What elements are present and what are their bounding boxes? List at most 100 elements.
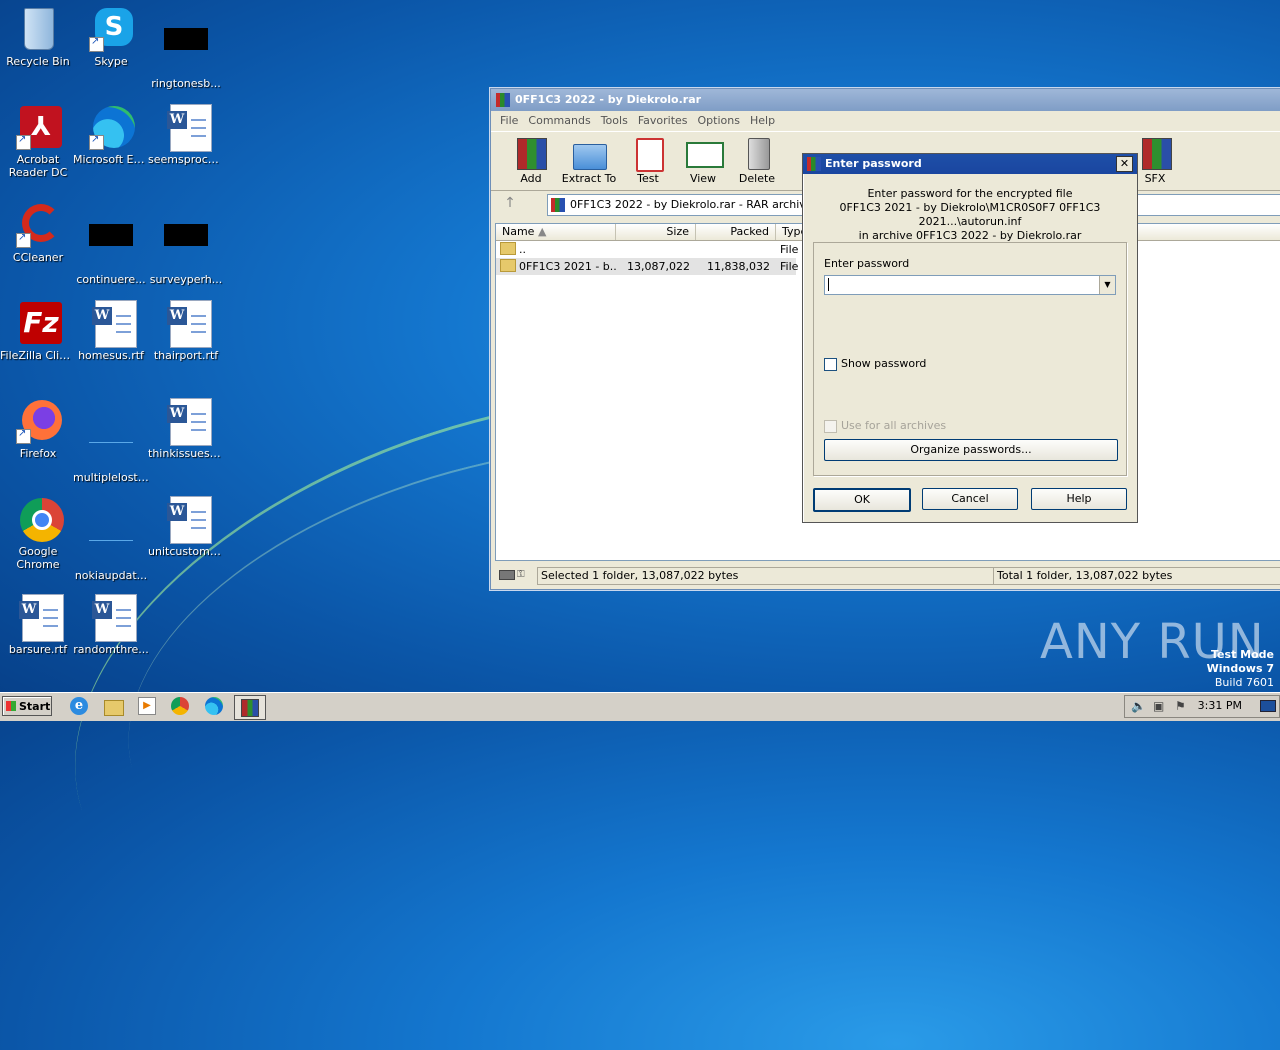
desktop-icon-filezilla[interactable]: Fz FileZilla Client xyxy=(0,300,76,362)
folder-icon xyxy=(500,259,516,272)
column-name[interactable]: Name ▲ xyxy=(496,224,616,240)
delete-button[interactable]: Delete xyxy=(729,136,785,185)
desktop-icon-nokiaupdat[interactable]: nokiaupdat... xyxy=(73,496,149,582)
extract-to-button[interactable]: Extract To xyxy=(561,136,617,185)
menu-file[interactable]: File xyxy=(495,111,523,131)
desktop-icon-thinkissues[interactable]: W thinkissues.rtf xyxy=(148,398,224,460)
drive-icon xyxy=(499,570,515,580)
clock[interactable]: 3:31 PM xyxy=(1198,699,1242,712)
file-row[interactable]: .. File f xyxy=(496,241,800,258)
password-label: Enter password xyxy=(824,257,910,270)
word-document-icon: W xyxy=(14,594,64,642)
chrome-taskbar-icon[interactable] xyxy=(171,697,191,717)
word-document-icon: W xyxy=(87,594,137,642)
desktop-icon-barsure[interactable]: W barsure.rtf xyxy=(0,594,76,656)
window-title: 0FF1C3 2022 - by Diekrolo.rar xyxy=(515,93,702,106)
cancel-button[interactable]: Cancel xyxy=(922,488,1018,510)
close-icon[interactable]: ✕ xyxy=(1116,156,1133,172)
winrar-app-icon xyxy=(496,93,510,107)
explorer-folder-icon[interactable] xyxy=(104,697,124,717)
column-size[interactable]: Size xyxy=(616,224,696,240)
status-bar: ⚿ Selected 1 folder, 13,087,022 bytes To… xyxy=(493,565,1280,585)
menu-help[interactable]: Help xyxy=(745,111,780,131)
desktop-icon-label: seemsproce... xyxy=(148,153,224,166)
dialog-title: Enter password xyxy=(825,157,922,170)
ccleaner-icon xyxy=(14,202,62,248)
firefox-icon xyxy=(14,398,62,444)
help-button[interactable]: Help xyxy=(1031,488,1127,510)
dialog-info: Enter password for the encrypted file 0F… xyxy=(803,187,1137,243)
up-arrow-icon[interactable]: ↑ xyxy=(497,195,523,213)
show-password-checkbox[interactable] xyxy=(824,358,837,371)
start-button[interactable]: Start xyxy=(2,696,52,716)
action-center-flag-icon[interactable]: ⚑ xyxy=(1175,699,1186,713)
desktop-icon-multiplelost[interactable]: multiplelost.... xyxy=(73,398,149,484)
menu-commands[interactable]: Commands xyxy=(523,111,595,131)
use-for-all-archives-checkbox xyxy=(824,420,837,433)
info-line-2: 0FF1C3 2021 - by Diekrolo\M1CR0S0F7 0FF1… xyxy=(839,201,1101,228)
delete-label: Delete xyxy=(738,172,776,185)
desktop-icon-label: Recycle Bin xyxy=(6,55,70,68)
word-document-icon: W xyxy=(87,300,137,348)
desktop-icon-label: multiplelost.... xyxy=(73,471,149,484)
ie-icon[interactable]: e xyxy=(70,697,90,717)
menu-tools[interactable]: Tools xyxy=(596,111,633,131)
desktop-icon-ccleaner[interactable]: CCleaner xyxy=(0,202,76,264)
test-button[interactable]: Test xyxy=(620,136,676,185)
desktop-icon-label: Firefox xyxy=(19,447,57,460)
desktop-icon-surveyperh[interactable]: surveyperh... xyxy=(148,202,224,286)
winrar-taskbar-button[interactable] xyxy=(234,695,266,720)
chrome-icon xyxy=(14,496,64,542)
dropdown-arrow-icon[interactable]: ▼ xyxy=(1099,276,1115,294)
speaker-icon[interactable]: 🔈 xyxy=(1131,699,1146,713)
desktop-icon-chrome[interactable]: Google Chrome xyxy=(0,496,76,571)
info-line-3: in archive 0FF1C3 2022 - by Diekrolo.rar xyxy=(858,229,1082,242)
desktop-icon-edge[interactable]: Microsoft Edge xyxy=(73,104,149,166)
menu-favorites[interactable]: Favorites xyxy=(633,111,693,131)
sfx-archive-icon xyxy=(1138,136,1172,170)
desktop-icon-label: surveyperh... xyxy=(149,273,223,286)
desktop-icon-label: Microsoft Edge xyxy=(73,153,149,166)
view-book-icon xyxy=(686,136,724,170)
edge-taskbar-icon[interactable] xyxy=(205,697,225,717)
trash-icon xyxy=(740,136,774,170)
desktop-icon-continuere[interactable]: continuere... xyxy=(73,202,149,286)
desktop-icon-randomthre[interactable]: W randomthre... xyxy=(73,594,149,656)
text-caret xyxy=(828,278,829,291)
desktop-icon-firefox[interactable]: Firefox xyxy=(0,398,76,460)
menu-bar: File Commands Tools Favorites Options Help xyxy=(491,111,1280,131)
desktop-icon-label: CCleaner xyxy=(12,251,64,264)
ok-button[interactable]: OK xyxy=(813,488,911,512)
media-player-icon[interactable]: ▶ xyxy=(138,697,158,717)
organize-passwords-button[interactable]: Organize passwords... xyxy=(824,439,1118,461)
show-password-label[interactable]: Show password xyxy=(841,357,926,370)
desktop-icon-seemsproce[interactable]: W seemsproce... xyxy=(148,104,224,166)
file-row-selected[interactable]: 0FF1C3 2021 - b... 13,087,022 11,838,032… xyxy=(496,258,800,275)
desktop-icon-label: nokiaupdat... xyxy=(74,569,148,582)
desktop-icon-label: Acrobat Reader DC xyxy=(8,153,68,179)
desktop-icon-label: thinkissues.rtf xyxy=(148,447,224,460)
desktop-icon-ringtones[interactable]: ringtonesb... xyxy=(148,6,224,90)
view-button[interactable]: View xyxy=(675,136,731,185)
status-total: Total 1 folder, 13,087,022 bytes xyxy=(993,567,1280,585)
show-desktop-icon[interactable] xyxy=(1260,700,1276,712)
winrar-titlebar[interactable]: 0FF1C3 2022 - by Diekrolo.rar xyxy=(491,89,1280,111)
desktop-icon-skype[interactable]: S Skype xyxy=(73,6,149,68)
desktop-icon-label: ringtonesb... xyxy=(151,77,221,90)
skype-icon: S xyxy=(87,6,135,52)
add-button[interactable]: Add xyxy=(503,136,559,185)
column-packed[interactable]: Packed xyxy=(696,224,776,240)
menu-options[interactable]: Options xyxy=(693,111,745,131)
password-input[interactable]: ▼ xyxy=(824,275,1116,295)
desktop-icon-thairport[interactable]: W thairport.rtf xyxy=(148,300,224,362)
desktop-icon-label: Skype xyxy=(94,55,128,68)
desktop-icon-acrobat[interactable]: ⅄ Acrobat Reader DC xyxy=(0,104,76,179)
word-document-icon: W xyxy=(162,104,212,152)
network-icon[interactable]: ▣ xyxy=(1153,699,1164,713)
desktop-icon-recycle-bin[interactable]: Recycle Bin xyxy=(0,6,76,68)
desktop-icon-homesus[interactable]: W homesus.rtf xyxy=(73,300,149,362)
recycle-bin-icon xyxy=(14,6,62,52)
dialog-titlebar[interactable]: Enter password ✕ xyxy=(803,154,1137,174)
desktop-icon-unitcustome[interactable]: W unitcustome... xyxy=(148,496,224,558)
windows-flag-icon xyxy=(6,701,16,711)
